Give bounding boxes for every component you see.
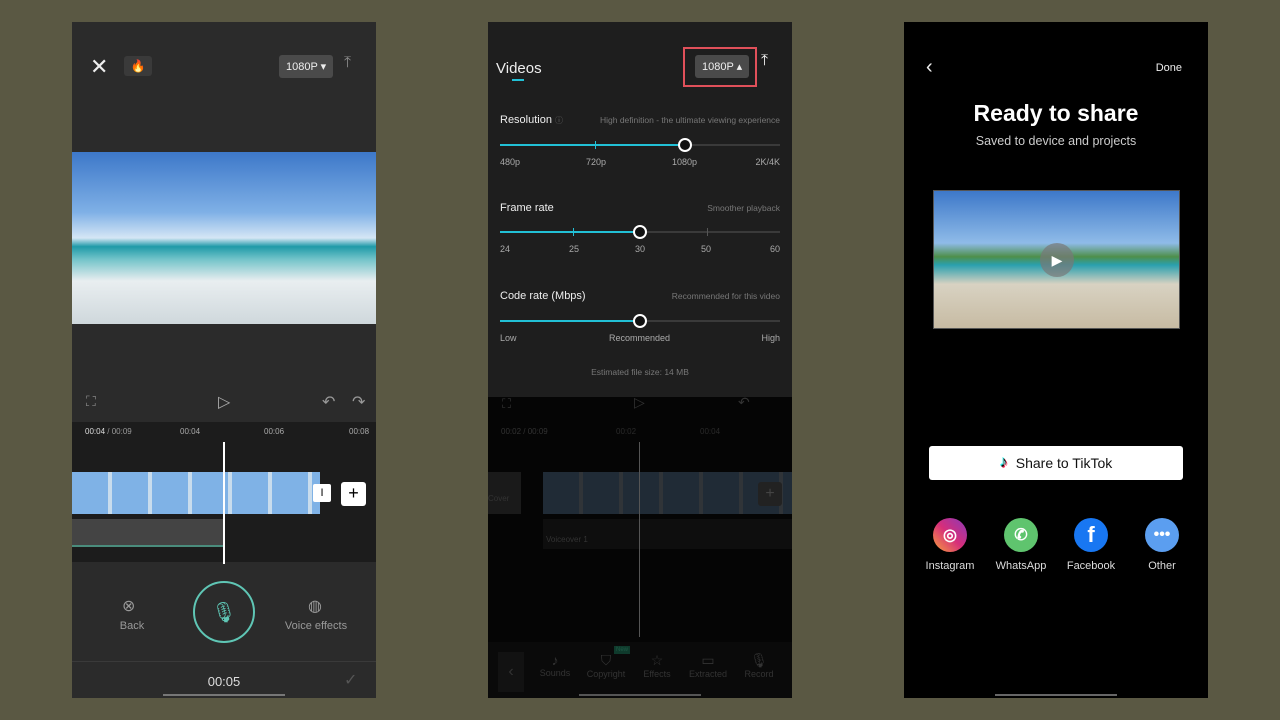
resolution-title: Resolution ⓘ: [500, 114, 564, 126]
subtitle: Saved to device and projects: [975, 134, 1137, 148]
option-label: 1080p: [672, 157, 698, 167]
playhead: [639, 442, 640, 637]
voiceover-track[interactable]: [72, 519, 224, 547]
home-indicator: [163, 694, 285, 696]
option-label: 480p: [500, 157, 521, 167]
more-icon[interactable]: •••: [1145, 518, 1179, 552]
cover-button: Cover: [488, 472, 521, 514]
redo-icon[interactable]: ↷: [352, 392, 365, 412]
resolution-button[interactable]: 1080P ▴: [695, 55, 750, 78]
option-label: 24: [500, 244, 511, 254]
new-badge: New: [614, 646, 631, 654]
option-label: Recommended: [609, 333, 671, 343]
play-icon[interactable]: ▷: [218, 392, 230, 412]
resolution-slider[interactable]: [500, 138, 780, 152]
toolbar-copyright: ⛉ Copyright: [586, 652, 626, 679]
video-preview: [72, 152, 376, 324]
video-thumbnail[interactable]: ▶: [933, 190, 1180, 329]
voice-effects-button[interactable]: Voice effects: [276, 620, 356, 632]
toolbar-sounds: ♪ Sounds: [539, 652, 571, 678]
add-icon[interactable]: +: [341, 482, 366, 506]
resolution-hint: High definition - the ultimate viewing e…: [599, 115, 780, 125]
check-icon[interactable]: ✓: [344, 670, 357, 690]
playhead[interactable]: [223, 442, 225, 564]
toolbar-effects: ☆ Effects: [643, 652, 671, 679]
frame-rate-title: Frame rate: [500, 202, 554, 214]
resolution-label: 1080P: [702, 61, 734, 73]
ruler-label: 00:04: [700, 427, 721, 436]
record-button[interactable]: 🎙: [193, 581, 255, 643]
option-label: Low: [500, 333, 517, 343]
home-indicator: [995, 694, 1117, 696]
add-icon: +: [758, 482, 782, 506]
fire-icon[interactable]: 🔥: [124, 56, 152, 76]
back-icon[interactable]: ⊗: [122, 596, 135, 616]
frame-rate-hint: Smoother playback: [707, 203, 780, 213]
code-rate-title: Code rate (Mbps): [500, 290, 586, 302]
divider: [72, 661, 376, 662]
export-icon[interactable]: ⤒: [761, 52, 768, 70]
resolution-label: 1080P: [286, 61, 318, 73]
ruler-label: 00:04: [180, 427, 201, 436]
help-icon[interactable]: ⓘ: [555, 116, 563, 125]
video-clip-track[interactable]: [72, 472, 320, 514]
clip-handle[interactable]: I: [313, 484, 331, 502]
share-facebook[interactable]: Facebook: [1056, 560, 1126, 572]
record-time: 00:05: [207, 674, 241, 689]
voice-effects-icon[interactable]: ◍: [308, 596, 322, 616]
export-settings-screen: Videos 1080P ▴ ⤒ Resolution ⓘ High defin…: [488, 22, 792, 698]
play-icon[interactable]: ▶: [1040, 243, 1074, 277]
undo-icon: ↶: [738, 394, 750, 410]
video-clip-track: [543, 472, 792, 514]
play-icon: ▷: [634, 394, 645, 410]
option-label: 50: [701, 244, 712, 254]
ruler-label: 00:02: [616, 427, 637, 436]
option-label: 25: [569, 244, 580, 254]
ruler-label: 00:08: [349, 427, 370, 436]
option-label: 30: [635, 244, 646, 254]
toolbar-record: 🎙 Record: [744, 652, 774, 679]
share-other[interactable]: Other: [1127, 560, 1197, 572]
close-icon[interactable]: ✕: [90, 56, 108, 78]
share-instagram[interactable]: Instagram: [915, 560, 985, 572]
voiceover-track: Voiceover 1: [543, 519, 792, 549]
voiceover-screen: ✕ 🔥 1080P ▾ ⤒ ⛶ ▷ ↶ ↷ 00:04 / 00:09 00:0…: [72, 22, 376, 698]
chevron-left-icon: ‹: [498, 652, 524, 692]
frame-rate-slider[interactable]: [500, 225, 780, 239]
option-label: 720p: [586, 157, 607, 167]
page-title: Ready to share: [973, 100, 1139, 126]
facebook-icon[interactable]: f: [1074, 518, 1108, 552]
undo-icon[interactable]: ↶: [322, 392, 335, 412]
timecode: 00:02 / 00:09: [501, 427, 548, 436]
home-indicator: [579, 694, 701, 696]
export-icon[interactable]: ⤒: [344, 54, 351, 72]
instagram-icon[interactable]: ◎: [933, 518, 967, 552]
ruler-label: 00:06: [264, 427, 285, 436]
tiktok-label: Share to TikTok: [1015, 455, 1113, 471]
fullscreen-icon[interactable]: ⛶: [86, 393, 96, 410]
mic-icon: 🎙: [211, 601, 237, 624]
resolution-button[interactable]: 1080P ▾: [279, 55, 334, 78]
tiktok-icon: ♪: [999, 454, 1008, 471]
tab-indicator: [512, 79, 524, 81]
timecode: 00:04 / 00:09: [85, 427, 132, 436]
whatsapp-icon[interactable]: ✆: [1004, 518, 1038, 552]
back-chevron-icon[interactable]: ‹: [926, 56, 933, 79]
fullscreen-icon: ⛶: [502, 396, 512, 411]
toolbar-extracted: ▭ Extracted: [688, 652, 728, 679]
code-rate-hint: Recommended for this video: [671, 291, 780, 301]
file-size: Estimated file size: 14 MB: [591, 367, 689, 377]
option-label: 2K/4K: [755, 157, 780, 167]
share-tiktok-button[interactable]: ♪ Share to TikTok: [929, 446, 1183, 480]
option-label: High: [761, 333, 780, 343]
code-rate-slider[interactable]: [500, 314, 780, 328]
done-button[interactable]: Done: [1156, 62, 1182, 74]
back-button[interactable]: Back: [110, 620, 154, 632]
share-screen: ‹ Done Ready to share Saved to device an…: [904, 22, 1208, 698]
share-whatsapp[interactable]: WhatsApp: [986, 560, 1056, 572]
tab-videos[interactable]: Videos: [496, 60, 542, 77]
option-label: 60: [769, 244, 780, 254]
